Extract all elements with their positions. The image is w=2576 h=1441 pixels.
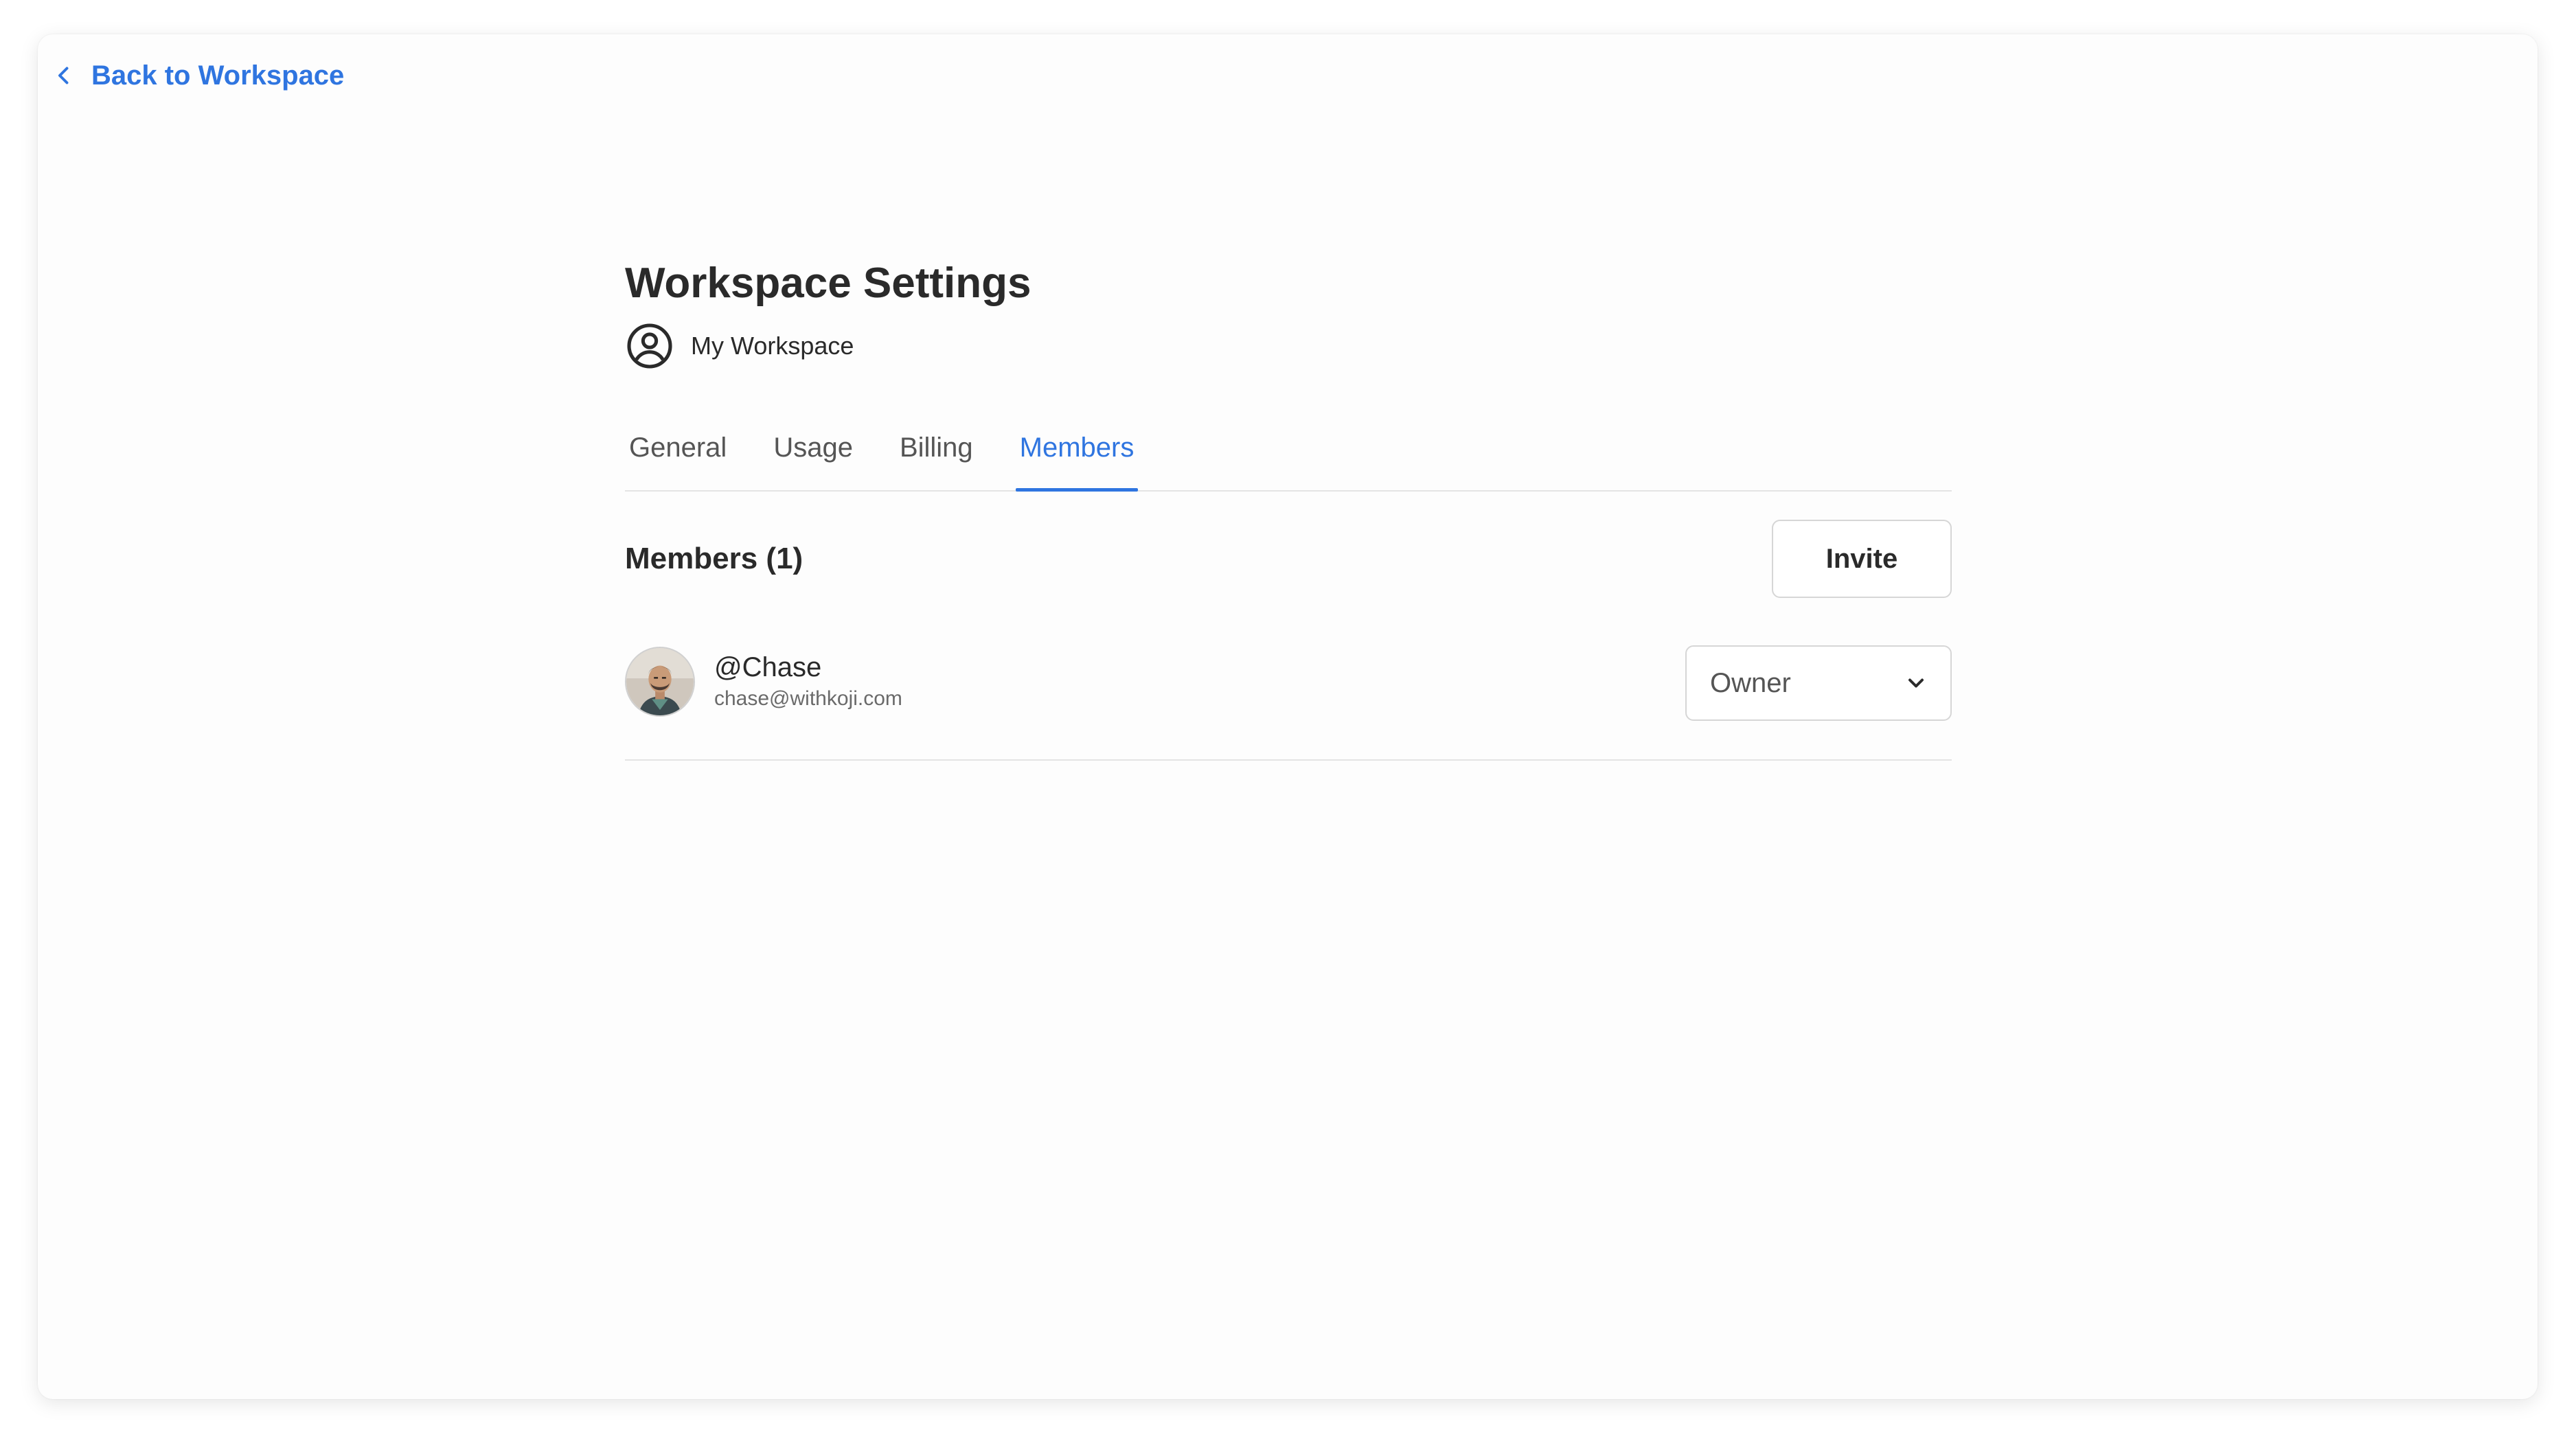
members-title: Members (1) — [625, 542, 803, 575]
avatar — [625, 647, 695, 717]
workspace-identity: My Workspace — [625, 319, 1952, 373]
avatar-photo — [626, 648, 694, 715]
member-email: chase@withkoji.com — [714, 687, 902, 710]
settings-content: Workspace Settings My Workspace General … — [625, 254, 1952, 761]
role-dropdown[interactable]: Owner — [1685, 645, 1952, 721]
members-header: Members (1) Invite — [625, 518, 1952, 600]
tab-usage[interactable]: Usage — [769, 426, 857, 490]
member-text: @Chase chase@withkoji.com — [714, 651, 902, 713]
settings-tabs: General Usage Billing Members — [625, 426, 1952, 492]
back-to-workspace-link[interactable]: Back to Workspace — [52, 53, 344, 98]
settings-window: Back to Workspace Workspace Settings My … — [38, 34, 2538, 1399]
tab-members[interactable]: Members — [1015, 426, 1139, 492]
back-link-label: Back to Workspace — [91, 60, 345, 91]
page-title: Workspace Settings — [625, 260, 1031, 307]
user-circle-icon — [627, 323, 672, 369]
member-info: @Chase chase@withkoji.com — [625, 647, 902, 717]
tab-billing[interactable]: Billing — [896, 426, 977, 490]
member-handle: @Chase — [714, 652, 822, 682]
invite-button[interactable]: Invite — [1772, 520, 1952, 598]
role-value: Owner — [1710, 667, 1791, 698]
chevron-down-icon — [1908, 678, 1924, 688]
workspace-name: My Workspace — [691, 332, 854, 360]
chevron-left-icon — [58, 67, 69, 84]
tab-general[interactable]: General — [625, 426, 731, 490]
member-row: @Chase chase@withkoji.com Owner — [625, 645, 1952, 761]
